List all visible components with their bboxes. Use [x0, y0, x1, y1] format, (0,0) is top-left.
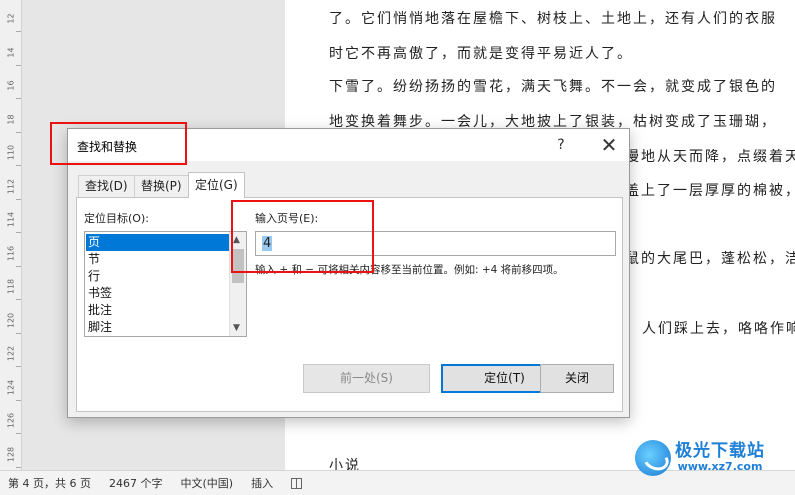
close-button[interactable]: 关闭 — [540, 364, 614, 393]
ruler-tick — [16, 198, 21, 200]
list-item[interactable]: 脚注 — [86, 319, 229, 336]
ruler-tick — [16, 366, 21, 367]
ruler-number: 122 — [6, 345, 16, 362]
ruler-tick — [16, 399, 21, 401]
ruler-number: 116 — [6, 245, 16, 261]
ruler-tick — [16, 332, 21, 334]
list-item[interactable]: 页 — [86, 234, 229, 251]
watermark-name: 极光下载站 — [675, 441, 765, 462]
tab-find[interactable]: 查找(D) — [78, 175, 135, 197]
macro-record-icon[interactable] — [291, 477, 303, 489]
doc-line: 了。它们悄悄地落在屋檐下、树枝上、土地上，还有人们的衣服 — [329, 11, 777, 27]
ruler-number: 16 — [6, 80, 16, 91]
doc-line: 盖上了一层厚厚的棉被， — [625, 183, 795, 199]
ruler-number: 110 — [6, 144, 16, 161]
ruler-tick — [16, 64, 21, 66]
find-replace-dialog: 查找和替换 ? ✕ 查找(D) 替换(P) 定位(G) 定位目标(O): 页 节… — [67, 128, 630, 418]
ruler-tick — [16, 232, 21, 233]
annotation-box-title — [50, 122, 187, 165]
ruler-tick — [16, 433, 21, 434]
insert-mode-status[interactable]: 插入 — [251, 475, 273, 491]
previous-button[interactable]: 前一处(S) — [303, 364, 430, 393]
goto-target-label: 定位目标(O): — [84, 212, 149, 225]
doc-line: 人们踩上去，咯咯作响 — [642, 321, 795, 337]
ruler-tick — [16, 265, 21, 267]
tab-goto[interactable]: 定位(G) — [188, 172, 245, 198]
ruler-number: 126 — [6, 412, 16, 429]
ruler-number: 14 — [6, 46, 16, 58]
doc-line: 鼠的大尾巴，蓬松松，洁 — [625, 251, 795, 267]
ruler-tick — [16, 131, 21, 133]
ruler-number: 124 — [6, 379, 16, 395]
ruler-number: 114 — [6, 211, 16, 228]
doc-line: 下雪了。纷纷扬扬的雪花，满天飞舞。不一会，就变成了银色的 — [329, 79, 777, 95]
list-item[interactable]: 节 — [86, 251, 229, 268]
ruler-tick — [16, 98, 21, 99]
watermark-logo-icon — [635, 440, 671, 476]
goto-target-list[interactable]: 页 节 行 书签 批注 脚注 ▲ ▼ — [84, 231, 247, 337]
ruler-number: 120 — [6, 312, 16, 328]
page-count-status[interactable]: 第 4 页，共 6 页 — [8, 475, 91, 491]
vertical-ruler: 12 14 16 18 110 112 114 116 118 120 122 124 126 128 — [0, 0, 22, 470]
language-status[interactable]: 中文(中国) — [180, 475, 233, 491]
doc-line: 时它不再高傲了，而就是变得平易近人了。 — [329, 46, 633, 62]
ruler-tick — [16, 466, 21, 468]
ruler-tick — [16, 299, 21, 300]
annotation-box-page-input — [231, 200, 374, 273]
ruler-tick — [16, 31, 21, 32]
ruler-number: 12 — [6, 13, 16, 24]
doc-line: 漫地从天而降，点缀着天 — [625, 149, 795, 165]
watermark: 极光下载站 www.xz7.com — [635, 440, 765, 476]
word-count-status[interactable]: 2467 个字 — [109, 475, 163, 491]
close-icon[interactable]: ✕ — [594, 133, 624, 157]
tab-replace[interactable]: 替换(P) — [134, 175, 189, 197]
list-item[interactable]: 批注 — [86, 302, 229, 319]
chevron-down-icon[interactable]: ▼ — [233, 323, 240, 333]
ruler-number: 18 — [6, 113, 16, 125]
watermark-url: www.xz7.com — [677, 460, 763, 474]
list-item[interactable]: 书签 — [86, 285, 229, 302]
ruler-tick — [16, 165, 21, 166]
help-button[interactable]: ? — [548, 133, 574, 157]
ruler-number: 112 — [6, 178, 16, 194]
ruler-number: 118 — [6, 278, 16, 295]
ruler-number: 128 — [6, 446, 16, 462]
list-item[interactable]: 行 — [86, 268, 229, 285]
